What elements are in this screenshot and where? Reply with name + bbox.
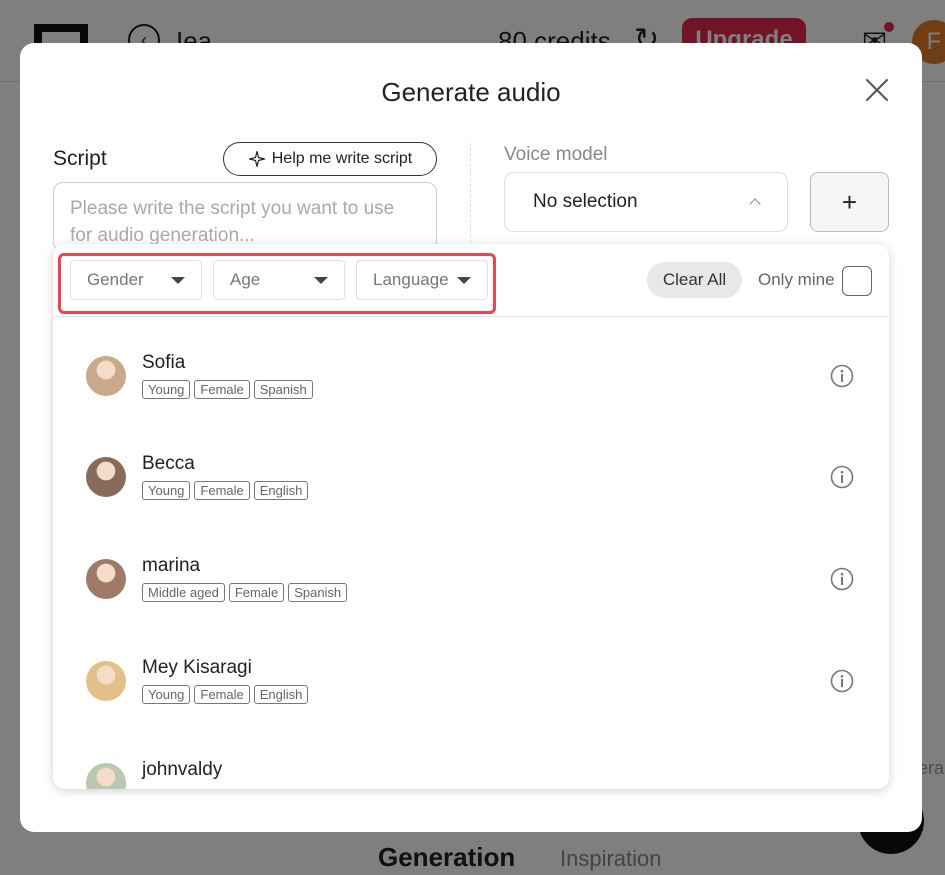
caret-down-icon — [171, 276, 185, 284]
voice-tag: Female — [228, 583, 285, 602]
section-divider — [470, 143, 471, 253]
script-input[interactable]: Please write the script you want to use … — [53, 182, 437, 252]
voice-name: Becca — [142, 453, 195, 474]
voice-avatar — [86, 457, 126, 497]
add-voice-button[interactable]: + — [810, 172, 889, 232]
only-mine-label: Only mine — [758, 270, 835, 289]
info-icon[interactable] — [830, 669, 854, 693]
voice-model-label: Voice model — [504, 144, 608, 165]
voice-name: johnvaldy — [142, 759, 223, 780]
voice-item[interactable]: Mey Kisaragi Young Female English — [53, 623, 889, 723]
language-filter[interactable]: Language — [356, 260, 488, 300]
voice-name: marina — [142, 555, 201, 576]
caret-down-icon — [457, 276, 471, 284]
voice-tag: English — [253, 481, 309, 500]
only-mine-checkbox[interactable] — [842, 266, 872, 296]
voice-item[interactable]: johnvaldy — [53, 725, 889, 789]
sparkle-icon — [248, 150, 265, 168]
help-write-script-button[interactable]: Help me write script — [223, 142, 437, 176]
modal-title: Generate audio — [381, 77, 561, 107]
voice-avatar — [86, 559, 126, 599]
voice-model-value: No selection — [533, 191, 638, 212]
gender-filter-label: Gender — [87, 270, 144, 289]
script-label: Script — [53, 147, 107, 170]
voice-tags: Young Female English — [142, 481, 309, 500]
voice-name: Sofia — [142, 352, 186, 373]
age-filter[interactable]: Age — [213, 260, 345, 300]
close-icon[interactable] — [858, 71, 898, 111]
voice-tags: Middle aged Female Spanish — [142, 583, 348, 602]
voice-tag: Female — [194, 685, 250, 704]
info-icon[interactable] — [830, 567, 854, 591]
chevron-up-icon — [749, 198, 761, 210]
caret-down-icon — [314, 276, 328, 284]
voice-avatar — [86, 356, 126, 396]
voice-tag: Young — [142, 380, 191, 399]
language-filter-label: Language — [373, 270, 449, 289]
generate-audio-modal: Generate audio Script Help me write scri… — [20, 43, 922, 832]
voice-dropdown-panel: Gender Age Language Clear All Only mine … — [53, 244, 889, 789]
voice-tags: Young Female English — [142, 685, 309, 704]
clear-all-button[interactable]: Clear All — [647, 262, 742, 298]
voice-tag: Female — [194, 481, 250, 500]
help-write-script-label: Help me write script — [271, 150, 413, 167]
info-icon[interactable] — [830, 465, 854, 489]
voice-avatar — [86, 763, 126, 789]
filter-bar: Gender Age Language Clear All Only mine — [53, 244, 889, 317]
voice-tag: Spanish — [253, 380, 313, 399]
voice-tag: Middle aged — [142, 583, 225, 602]
voice-item[interactable]: Becca Young Female English — [53, 419, 889, 519]
voice-tags: Young Female Spanish — [142, 380, 313, 399]
voice-tag: Young — [142, 685, 191, 704]
info-icon[interactable] — [830, 364, 854, 388]
voice-tag: Young — [142, 481, 191, 500]
voice-avatar — [86, 661, 126, 701]
voice-item[interactable]: Sofia Young Female Spanish — [53, 318, 889, 418]
voice-item[interactable]: marina Middle aged Female Spanish — [53, 521, 889, 621]
voice-tag: English — [253, 685, 309, 704]
voice-model-select[interactable]: No selection — [504, 172, 788, 232]
voice-tag: Female — [194, 380, 250, 399]
voice-name: Mey Kisaragi — [142, 657, 252, 678]
age-filter-label: Age — [230, 270, 261, 289]
gender-filter[interactable]: Gender — [70, 260, 202, 300]
voice-tag: Spanish — [288, 583, 348, 602]
